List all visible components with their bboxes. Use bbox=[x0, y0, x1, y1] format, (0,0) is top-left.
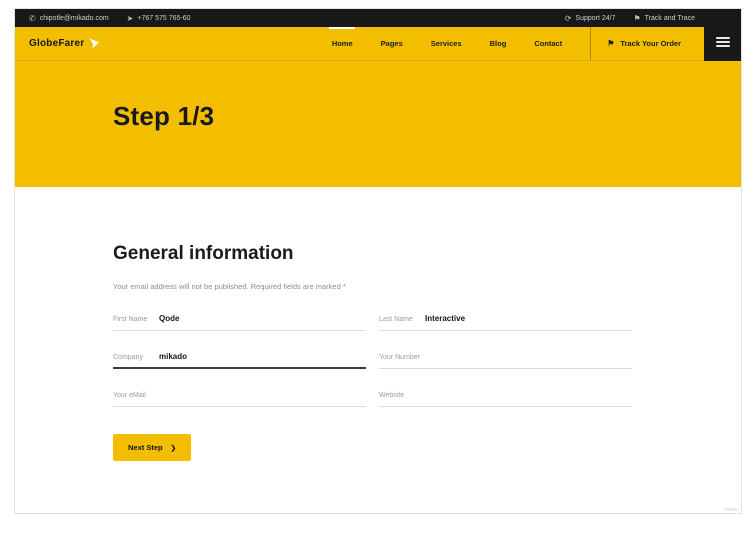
company-label: Company bbox=[113, 354, 159, 361]
your-email-field: Your eMail bbox=[113, 390, 366, 407]
topbar-contact-group: ✆ chipotle@mikado.com ➤ +767 575 765-60 bbox=[29, 14, 191, 23]
next-step-button[interactable]: Next Step ❯ bbox=[113, 434, 191, 461]
main-nav: Home Pages Services Blog Contact bbox=[330, 27, 564, 60]
last-name-label: Last Name bbox=[379, 316, 425, 323]
last-name-input[interactable] bbox=[425, 314, 632, 323]
horizontal-scrollbar-thumb[interactable] bbox=[724, 508, 738, 511]
topbar-phone[interactable]: ➤ +767 575 765-60 bbox=[127, 14, 191, 23]
website-input[interactable] bbox=[425, 390, 632, 399]
navbar: GlobeFarer Home Pages Services Blog Cont… bbox=[15, 27, 741, 61]
topbar-email[interactable]: ✆ chipotle@mikado.com bbox=[29, 14, 109, 23]
nav-item-blog[interactable]: Blog bbox=[488, 27, 509, 60]
general-info-form: First Name Last Name Company Your Number… bbox=[113, 314, 643, 407]
nav-item-home[interactable]: Home bbox=[330, 27, 355, 60]
section-title: General information bbox=[113, 243, 643, 265]
first-name-field: First Name bbox=[113, 314, 366, 331]
nav-item-pages[interactable]: Pages bbox=[379, 27, 405, 60]
topbar-track-trace[interactable]: ⚑ Track and Trace bbox=[634, 14, 696, 23]
paper-plane-icon: ➤ bbox=[127, 14, 134, 23]
track-your-order-label: Track Your Order bbox=[620, 39, 681, 48]
your-email-label: Your eMail bbox=[113, 392, 159, 399]
logo-text: GlobeFarer bbox=[29, 38, 84, 49]
logo[interactable]: GlobeFarer bbox=[29, 37, 100, 50]
hero-banner: Step 1/3 bbox=[15, 61, 741, 187]
hamburger-icon bbox=[716, 37, 730, 47]
support-icon: ⟳ bbox=[565, 14, 572, 23]
last-name-field: Last Name bbox=[379, 314, 632, 331]
phone-icon: ✆ bbox=[29, 14, 36, 23]
topbar-track-trace-text: Track and Trace bbox=[645, 15, 695, 22]
topbar-email-text: chipotle@mikado.com bbox=[40, 15, 109, 22]
nav-item-services[interactable]: Services bbox=[429, 27, 464, 60]
section-note: Your email address will not be published… bbox=[113, 282, 643, 291]
chevron-right-icon: ❯ bbox=[171, 444, 176, 452]
first-name-input[interactable] bbox=[159, 314, 366, 323]
page: ✆ chipotle@mikado.com ➤ +767 575 765-60 … bbox=[14, 8, 742, 514]
nav-item-contact[interactable]: Contact bbox=[532, 27, 564, 60]
flag-icon: ⚑ bbox=[607, 39, 614, 48]
topbar-support[interactable]: ⟳ Support 24/7 bbox=[565, 14, 616, 23]
website-label: Website bbox=[379, 392, 425, 399]
company-input[interactable] bbox=[159, 352, 366, 361]
topbar-support-text: Support 24/7 bbox=[575, 15, 615, 22]
your-number-field: Your Number bbox=[379, 352, 632, 369]
hamburger-menu-button[interactable] bbox=[704, 9, 741, 61]
your-number-label: Your Number bbox=[379, 354, 425, 361]
company-field: Company bbox=[113, 352, 366, 369]
your-number-input[interactable] bbox=[425, 352, 632, 361]
page-title: Step 1/3 bbox=[113, 101, 741, 132]
topbar: ✆ chipotle@mikado.com ➤ +767 575 765-60 … bbox=[15, 9, 741, 27]
topbar-links-group: ⟳ Support 24/7 ⚑ Track and Trace bbox=[565, 14, 695, 23]
flag-icon: ⚑ bbox=[634, 14, 641, 23]
content: General information Your email address w… bbox=[15, 187, 741, 461]
topbar-phone-text: +767 575 765-60 bbox=[137, 15, 190, 22]
your-email-input[interactable] bbox=[159, 390, 366, 399]
logo-arrow-icon bbox=[87, 37, 100, 50]
track-your-order-button[interactable]: ⚑ Track Your Order bbox=[590, 27, 699, 60]
first-name-label: First Name bbox=[113, 316, 159, 323]
website-field: Website bbox=[379, 390, 632, 407]
next-step-label: Next Step bbox=[128, 443, 163, 452]
